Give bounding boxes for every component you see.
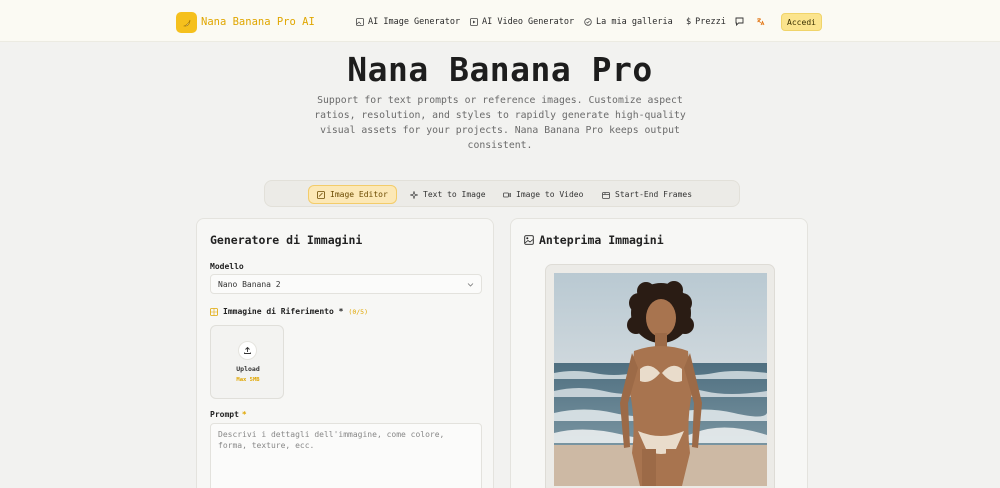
banana-icon (182, 19, 190, 26)
tab-label: Text to Image (423, 190, 486, 199)
tab-label: Image to Video (516, 190, 584, 199)
reference-image-icon (210, 307, 218, 316)
nav-ai-image-generator[interactable]: AI Image Generator (356, 17, 460, 27)
page-title: Nana Banana Pro (347, 50, 653, 89)
banana-logo-icon[interactable] (176, 12, 197, 33)
required-asterisk: * (241, 410, 247, 419)
dollar-icon: $ (686, 17, 692, 27)
generator-title: Generatore di Immagini (210, 233, 363, 247)
tab-image-to-video[interactable]: Image to Video (495, 185, 591, 204)
model-select[interactable]: Nano Banana 2 (210, 274, 482, 294)
mode-tabs: Image Editor Text to Image Image to Vide… (264, 180, 740, 207)
login-button[interactable]: Accedi (781, 13, 822, 31)
model-value: Nano Banana 2 (218, 279, 281, 289)
tab-label: Image Editor (330, 190, 388, 199)
preview-frame (545, 264, 775, 488)
tab-label: Start-End Frames (615, 190, 693, 199)
reference-image-label: Immagine di Riferimento * (0/5) (210, 307, 368, 316)
video-icon (470, 18, 478, 26)
page-subtitle: Support for text prompts or reference im… (314, 95, 686, 151)
top-navbar: Nana Banana Pro AI AI Image Generator AI… (0, 0, 1000, 42)
image-edit-icon (317, 190, 325, 199)
video-camera-icon (503, 192, 511, 197)
tab-text-to-image[interactable]: Text to Image (402, 185, 494, 204)
gallery-icon (584, 18, 592, 26)
generator-panel: Generatore di Immagini Modello Nano Bana… (196, 218, 494, 488)
prompt-textarea[interactable]: Descrivi i dettagli dell'immagine, come … (210, 423, 482, 488)
preview-panel: Anteprima Immagini (510, 218, 808, 488)
upload-icon (244, 346, 251, 354)
reference-count: (0/5) (348, 307, 368, 316)
model-label: Modello (210, 262, 244, 271)
tab-image-editor[interactable]: Image Editor (308, 185, 397, 204)
chevron-down-icon (467, 283, 474, 287)
nav-label: Prezzi (695, 17, 726, 27)
frames-icon (602, 191, 610, 199)
language-icon[interactable] (756, 17, 765, 26)
nav-label: La mia galleria (596, 17, 673, 27)
prompt-label: Prompt * (210, 410, 247, 419)
nav-gallery[interactable]: La mia galleria (584, 17, 673, 27)
preview-title: Anteprima Immagini (524, 233, 664, 247)
nav-label: AI Image Generator (368, 17, 461, 27)
nav-label: AI Video Generator (482, 17, 575, 27)
upload-max-size: Max 5MB (236, 377, 260, 383)
nav-pricing[interactable]: $ Prezzi (686, 17, 726, 27)
upload-icon-wrapper (238, 341, 257, 360)
upload-dropzone[interactable]: Upload Max 5MB (210, 325, 284, 399)
brand-name[interactable]: Nana Banana Pro AI (201, 16, 315, 28)
nav-ai-video-generator[interactable]: AI Video Generator (470, 17, 574, 27)
image-preview-icon (524, 235, 534, 245)
prompt-label-text: Prompt (210, 410, 239, 419)
reference-label-text: Immagine di Riferimento * (223, 307, 344, 316)
image-icon (356, 18, 364, 26)
tab-start-end-frames[interactable]: Start-End Frames (594, 185, 700, 204)
preview-title-text: Anteprima Immagini (539, 233, 664, 247)
upload-label: Upload (236, 365, 260, 373)
sparkle-icon (410, 190, 418, 199)
chat-icon[interactable] (735, 17, 744, 26)
preview-photo (554, 273, 767, 486)
